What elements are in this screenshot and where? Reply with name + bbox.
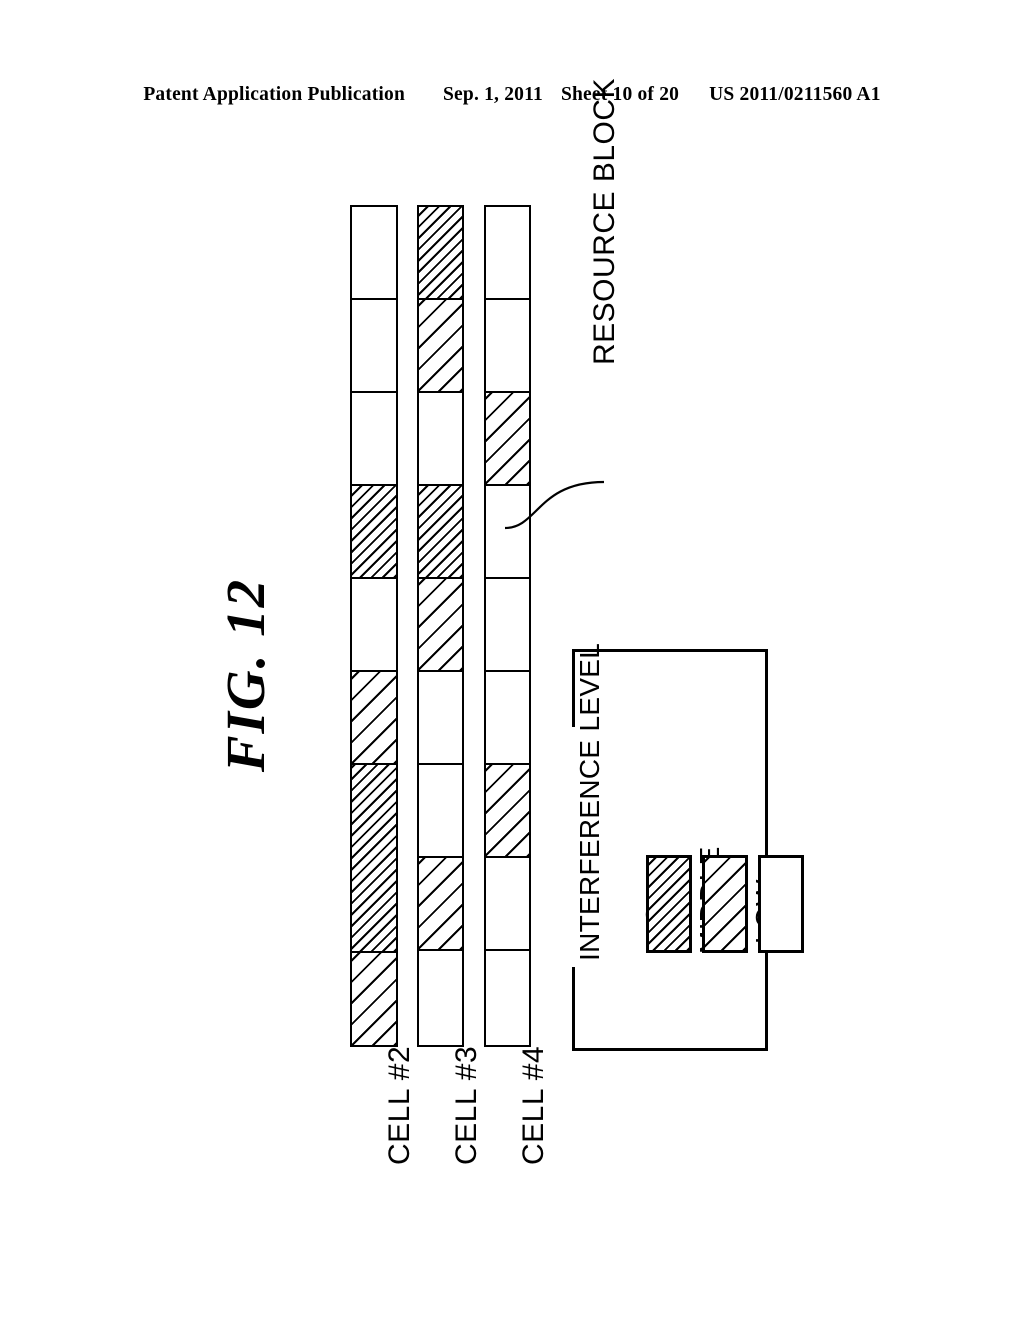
cell-4-column [484,205,531,1047]
cell-2-block-6[interactable] [350,670,398,765]
cell-4-block-2[interactable] [484,298,531,393]
cell-3-column [417,205,464,1047]
cell-3-block-4[interactable] [417,484,464,579]
cell-4-block-8[interactable] [484,856,531,951]
cell-3-block-3[interactable] [417,391,464,486]
cell-3-block-5[interactable] [417,577,464,672]
cell-3-block-9[interactable] [417,949,464,1047]
legend-swatch-high [646,855,692,953]
page-header: Patent Application Publication Sep. 1, 20… [0,84,1024,106]
legend-border-bottom [572,1048,768,1051]
cell-4-block-6[interactable] [484,670,531,765]
cell-4-block-9[interactable] [484,949,531,1047]
cell-2-block-8[interactable] [350,951,398,1047]
cell-3-block-1[interactable] [417,205,464,300]
cell-4-block-1[interactable] [484,205,531,300]
cell-2-column [350,205,398,1047]
resource-block-callout-label: RESOURCE BLOCK [588,77,621,365]
cell-2-block-1[interactable] [350,205,398,300]
cell-3-block-6[interactable] [417,670,464,765]
cell-2-block-4[interactable] [350,484,398,579]
cell-3-label: CELL #3 [450,1045,483,1165]
legend-border-right [765,649,768,1051]
legend-swatch-low [758,855,804,953]
cell-3-block-2[interactable] [417,298,464,393]
header-patent-number: US 2011/0211560 A1 [709,84,881,105]
cell-2-block-3[interactable] [350,391,398,486]
resource-block-leader-line [504,480,605,530]
header-publication-date: Sep. 1, 2011 [443,84,543,105]
cell-2-block-5[interactable] [350,577,398,672]
cell-2-block-2[interactable] [350,298,398,393]
legend-title: INTERFERENCE LEVEL [574,642,605,961]
cell-4-block-5[interactable] [484,577,531,672]
legend-border-left-lower [572,967,575,1051]
legend: INTERFERENCE LEVEL HIGH MIDDLE LOW [572,643,804,1051]
cell-2-block-7[interactable] [350,763,398,953]
cell-2-label: CELL #2 [383,1045,416,1165]
cell-3-block-7[interactable] [417,763,464,858]
cell-4-label: CELL #4 [517,1045,550,1165]
figure-label: FIG. 12 [215,577,276,773]
cell-3-block-8[interactable] [417,856,464,951]
header-publication-title: Patent Application Publication [143,84,406,105]
legend-swatch-middle [702,855,748,953]
cell-4-block-7[interactable] [484,763,531,858]
